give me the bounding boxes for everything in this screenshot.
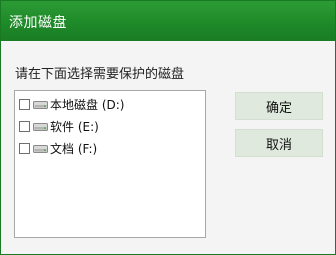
disk-label: 软件 (E:) xyxy=(50,119,99,134)
instruction-text: 请在下面选择需要保护的磁盘 xyxy=(15,67,185,82)
add-disk-dialog: 添加磁盘 请在下面选择需要保护的磁盘 本地磁盘 (D:) 软件 (E:) 文档 … xyxy=(0,0,336,255)
disk-item-f[interactable]: 文档 (F:) xyxy=(19,139,97,157)
title-bar[interactable]: 添加磁盘 xyxy=(1,1,335,41)
window-title: 添加磁盘 xyxy=(9,15,67,31)
disk-list[interactable]: 本地磁盘 (D:) 软件 (E:) 文档 (F:) xyxy=(14,90,206,238)
disk-label: 本地磁盘 (D:) xyxy=(50,97,125,112)
disk-label: 文档 (F:) xyxy=(50,141,98,156)
disk-checkbox[interactable] xyxy=(19,120,30,132)
disk-checkbox[interactable] xyxy=(19,142,30,154)
disk-checkbox[interactable] xyxy=(19,98,30,110)
disk-item-e[interactable]: 软件 (E:) xyxy=(19,117,99,135)
drive-icon xyxy=(33,122,48,131)
drive-icon xyxy=(33,100,48,109)
disk-item-d[interactable]: 本地磁盘 (D:) xyxy=(19,95,124,113)
cancel-button[interactable]: 取消 xyxy=(235,129,323,157)
ok-button[interactable]: 确定 xyxy=(235,92,323,120)
drive-icon xyxy=(33,144,48,153)
